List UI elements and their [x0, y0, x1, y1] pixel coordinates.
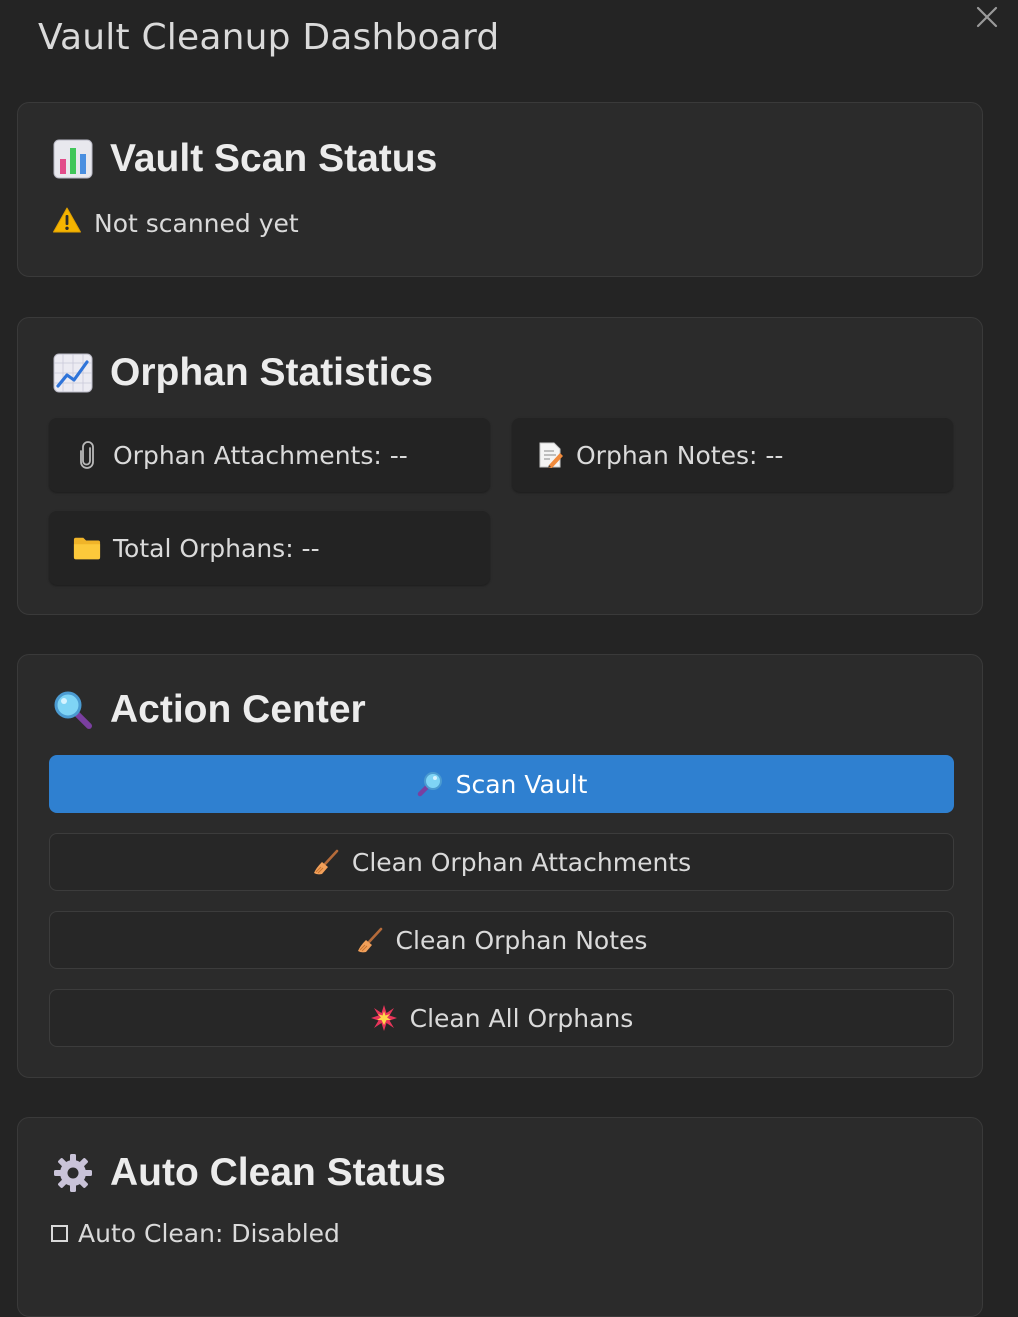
trend-chart-icon: [52, 352, 94, 394]
magnifier-icon: [52, 689, 94, 731]
close-icon: [976, 6, 998, 28]
scan-vault-label: Scan Vault: [455, 769, 588, 799]
broom-icon: [356, 926, 384, 954]
stat-orphan-notes: Orphan Notes: --: [512, 418, 953, 492]
action-center-header: Action Center: [52, 687, 366, 733]
stat-orphan-attachments-label: Orphan Attachments: --: [113, 440, 408, 470]
orphan-stats-title: Orphan Statistics: [110, 351, 433, 394]
orphan-stats-card: Orphan Statistics Orphan Attachments: --…: [17, 317, 983, 615]
clean-orphan-notes-button[interactable]: Clean Orphan Notes: [49, 911, 954, 969]
stat-total-orphans: Total Orphans: --: [49, 511, 490, 585]
scan-status-line: Not scanned yet: [52, 206, 299, 240]
stat-orphan-attachments: Orphan Attachments: --: [49, 418, 490, 492]
auto-clean-card: Auto Clean Status Auto Clean: Disabled: [17, 1117, 983, 1317]
paperclip-icon: [73, 441, 101, 469]
scan-status-header: Vault Scan Status: [52, 136, 437, 182]
action-center-title: Action Center: [110, 688, 366, 731]
bar-chart-icon: [52, 138, 94, 180]
clean-orphan-attachments-button[interactable]: Clean Orphan Attachments: [49, 833, 954, 891]
clean-all-orphans-label: Clean All Orphans: [409, 1003, 634, 1033]
stat-total-orphans-label: Total Orphans: --: [113, 533, 320, 563]
orphan-stats-header: Orphan Statistics: [52, 350, 433, 396]
memo-icon: [536, 441, 564, 469]
clean-all-orphans-button[interactable]: Clean All Orphans: [49, 989, 954, 1047]
action-center-card: Action Center Scan Vault Clean Orphan At…: [17, 654, 983, 1078]
scan-status-text: Not scanned yet: [94, 208, 299, 238]
clean-orphan-attachments-label: Clean Orphan Attachments: [351, 847, 692, 877]
collision-icon: [370, 1004, 398, 1032]
auto-clean-status-line: Auto Clean: Disabled: [51, 1219, 340, 1248]
gear-icon: [52, 1152, 94, 1194]
checkbox-icon: [51, 1225, 68, 1242]
clean-orphan-notes-label: Clean Orphan Notes: [395, 925, 648, 955]
scan-status-card: Vault Scan Status Not scanned yet: [17, 102, 983, 277]
folder-icon: [73, 534, 101, 562]
auto-clean-title: Auto Clean Status: [110, 1151, 446, 1194]
stat-orphan-notes-label: Orphan Notes: --: [576, 440, 784, 470]
close-button[interactable]: [974, 4, 1000, 30]
scan-status-title: Vault Scan Status: [110, 137, 438, 180]
broom-icon: [312, 848, 340, 876]
auto-clean-status-text: Auto Clean: Disabled: [78, 1219, 340, 1248]
magnifier-icon: [416, 770, 444, 798]
warning-icon: [52, 206, 82, 240]
page-title: Vault Cleanup Dashboard: [38, 17, 500, 58]
scan-vault-button[interactable]: Scan Vault: [49, 755, 954, 813]
auto-clean-header: Auto Clean Status: [52, 1150, 446, 1196]
